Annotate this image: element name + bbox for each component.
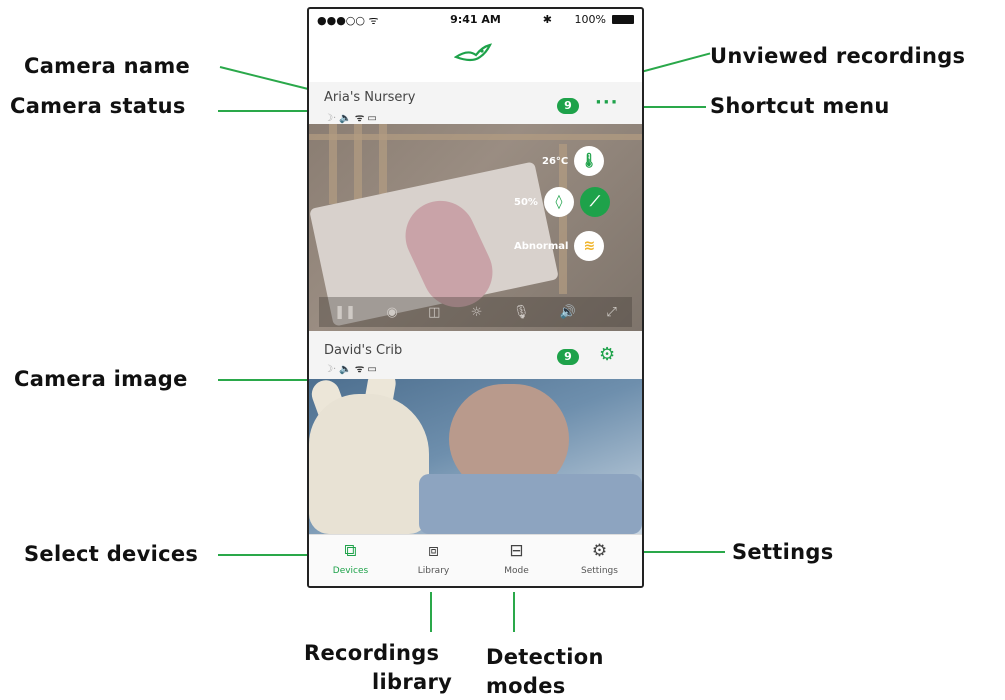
battery-status-icon: ▭: [367, 364, 377, 375]
leader-camera-image: [218, 379, 310, 381]
night-vision-icon: ☽·: [324, 364, 337, 375]
tab-devices[interactable]: ⧉ Devices: [309, 535, 392, 586]
battery-icon: [612, 15, 634, 24]
tab-label: Library: [417, 566, 450, 576]
callout-camera-name: Camera name: [24, 54, 191, 78]
tab-library[interactable]: ⧈ Library: [392, 535, 475, 586]
callout-camera-status: Camera status: [10, 94, 186, 118]
thermometer-icon[interactable]: 🌡: [574, 146, 605, 176]
playback-controls: ❚❚ ◉ ◫ ☼ 🎙 🔊 ⤢: [319, 297, 632, 327]
humidity-value: 50%: [514, 196, 538, 208]
night-vision-icon: ☽·: [324, 113, 337, 124]
fullscreen-icon[interactable]: ⤢: [606, 305, 616, 320]
leader-camera-name: [219, 66, 313, 91]
callout-unviewed-recordings: Unviewed recordings: [710, 44, 966, 68]
callout-shortcut-menu: Shortcut menu: [710, 94, 890, 118]
microphone-icon[interactable]: 🎙: [513, 305, 530, 320]
callout-settings: Settings: [732, 540, 834, 564]
shortcut-menu-icon[interactable]: ···: [595, 92, 619, 113]
callout-recordings-library-line1: Recordings: [304, 641, 440, 665]
crib-slat: [329, 124, 337, 204]
tab-label: Mode: [504, 566, 529, 576]
leader-recordings-library: [430, 592, 432, 632]
gear-icon: ⚙: [591, 541, 608, 561]
humidity-reading[interactable]: 50% ◊ ⟋: [514, 187, 610, 217]
wifi-icon: ᯤ: [354, 364, 365, 375]
mic-muted-icon: 🔈: [339, 113, 352, 124]
hummingbird-logo-icon: [454, 43, 493, 62]
callout-detection-modes-line2: modes: [486, 674, 566, 698]
devices-icon: ⧉: [344, 541, 357, 561]
bluetooth-icon: ✱: [542, 13, 552, 26]
pause-icon[interactable]: ❚❚: [334, 305, 356, 320]
speaker-icon[interactable]: 🔊: [560, 305, 576, 320]
battery-percent: 100%: [574, 13, 606, 26]
status-bar: ●●●○○ ᯤ 9:41 AM ✱ 100%: [309, 9, 642, 31]
camera-name: Aria's Nursery: [324, 90, 416, 105]
camera-snapshot-icon[interactable]: ◫: [428, 305, 440, 320]
camera-status-icons: ☽· 🔈 ᯤ ▭: [324, 110, 377, 124]
breathing-value: Abnormal: [514, 240, 569, 252]
unviewed-recordings-badge[interactable]: 9: [557, 98, 579, 114]
callout-select-devices: Select devices: [24, 542, 199, 566]
callout-recordings-library-line2: library: [372, 670, 453, 694]
record-icon[interactable]: ◉: [386, 305, 397, 320]
mic-muted-icon: 🔈: [339, 364, 352, 375]
camera-image-live[interactable]: 26°C 🌡 50% ◊ ⟋ Abnormal ≋ ❚❚ ◉ ◫ ☼ 🎙 🔊 ⤢: [309, 124, 642, 331]
tab-settings[interactable]: ⚙ Settings: [558, 535, 641, 586]
tab-bar: ⧉ Devices ⧈ Library ⊟ Mode ⚙ Settings: [309, 534, 642, 586]
battery-status-icon: ▭: [367, 113, 377, 124]
camera-image[interactable]: [309, 379, 642, 534]
temperature-value: 26°C: [542, 155, 569, 167]
callout-camera-image: Camera image: [14, 367, 188, 391]
unviewed-recordings-badge[interactable]: 9: [557, 349, 579, 365]
crib-slat: [379, 124, 387, 194]
breathing-wave-icon[interactable]: ≋: [574, 231, 605, 261]
trend-chart-icon[interactable]: ⟋: [579, 187, 610, 217]
camera-name: David's Crib: [324, 343, 403, 358]
brightness-icon[interactable]: ☼: [471, 305, 483, 320]
camera-card-header[interactable]: Aria's Nursery ☽· 🔈 ᯤ ▭ 9 ···: [309, 82, 642, 130]
gear-icon[interactable]: ⚙: [599, 344, 615, 365]
mode-icon: ⊟: [509, 541, 524, 561]
tab-label: Settings: [581, 566, 618, 576]
leader-camera-status: [218, 110, 310, 112]
blanket: [419, 474, 642, 534]
wifi-icon: ᯤ: [354, 113, 365, 124]
droplet-icon[interactable]: ◊: [543, 187, 574, 217]
phone-screen: ●●●○○ ᯤ 9:41 AM ✱ 100% Aria's Nursery ☽·…: [307, 7, 644, 588]
crib-slat: [354, 124, 362, 204]
camera-card-header[interactable]: David's Crib ☽· 🔈 ᯤ ▭ 9 ⚙: [309, 331, 642, 379]
temperature-reading[interactable]: 26°C 🌡: [542, 146, 605, 176]
leader-detection-modes: [513, 592, 515, 632]
tab-mode[interactable]: ⊟ Mode: [475, 535, 558, 586]
tab-label: Devices: [332, 566, 369, 576]
breathing-reading[interactable]: Abnormal ≋: [514, 231, 605, 261]
camera-status-icons: ☽· 🔈 ᯤ ▭: [324, 361, 377, 375]
library-icon: ⧈: [428, 541, 439, 561]
callout-detection-modes-line1: Detection: [486, 645, 604, 669]
bunny-toy: [309, 394, 429, 534]
